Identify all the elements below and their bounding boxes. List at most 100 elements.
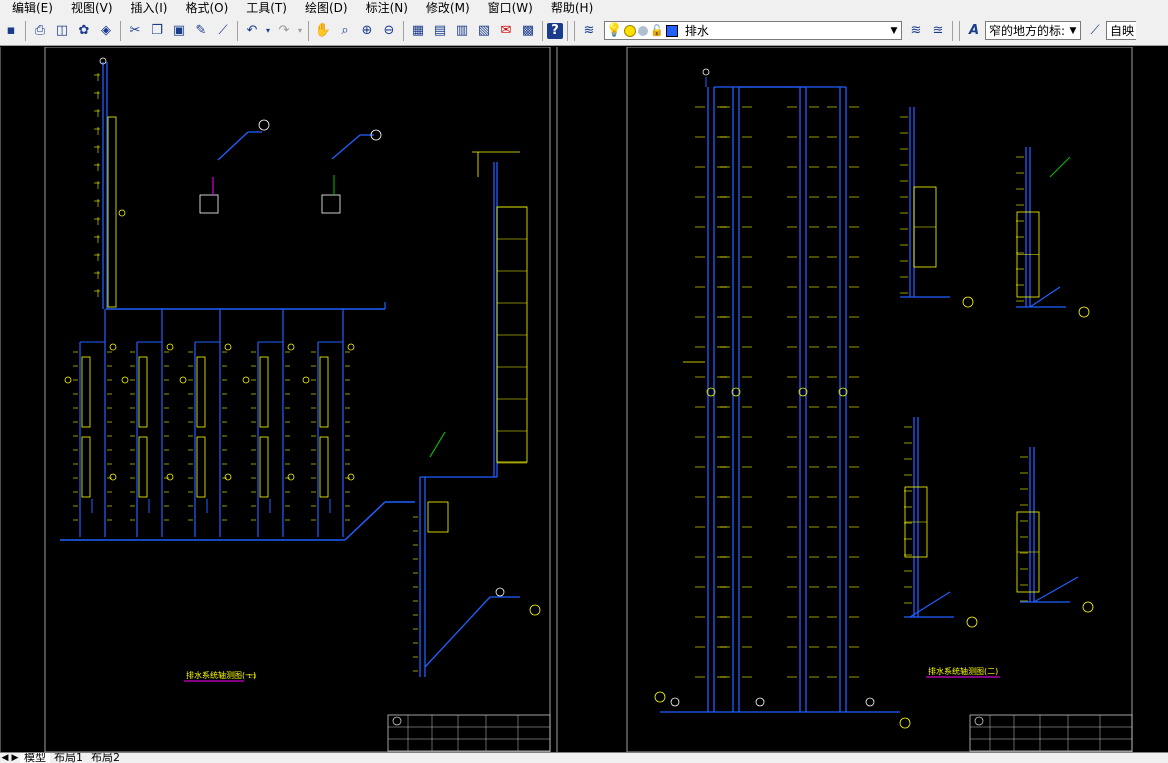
drawing-canvas[interactable]: 排水系统轴测图(一) 1:1 排水系统轴测图(二) (0, 47, 1168, 752)
company-logo (974, 716, 984, 726)
cleanout-symbol (865, 697, 875, 707)
menu-item[interactable]: 工具(T) (237, 0, 296, 16)
fixture-box (199, 194, 219, 214)
tool-palettes-icon[interactable]: ▥ (452, 21, 472, 41)
menu-item[interactable]: 窗口(W) (479, 0, 542, 16)
undo-dropdown-icon[interactable]: ▾ (264, 21, 272, 41)
tag-circle (118, 209, 126, 217)
tag-circle (179, 376, 187, 384)
properties-icon[interactable]: ▦ (408, 21, 428, 41)
dimension-box (196, 356, 206, 428)
pipe-segment (344, 501, 386, 541)
layer-name: 排水 (684, 24, 709, 38)
section-marker (962, 296, 974, 308)
make-object-layer-current-icon[interactable]: ≋ (906, 21, 926, 41)
zoom-realtime-icon[interactable]: ⌕ (335, 21, 355, 41)
section-marker (966, 616, 978, 628)
dimension-box (319, 436, 329, 498)
pipe-segment (1033, 576, 1079, 603)
cad-drawing: 排水系统轴测图(一) 1:1 排水系统轴测图(二) (0, 47, 1133, 752)
toolbar-separator (308, 20, 309, 41)
viewport-freeze-icon (638, 25, 649, 36)
pipe-segment (424, 596, 491, 668)
cleanout-symbol (755, 697, 765, 707)
text-style-icon[interactable]: A (964, 21, 984, 41)
toolbar-separator (237, 20, 238, 41)
menu-item[interactable]: 标注(N) (357, 0, 417, 16)
toolbar-separator (574, 20, 575, 41)
layer-manager-icon[interactable]: ≋ (579, 21, 599, 41)
text-style-dropdown[interactable]: 窄的地方的标: ▼ (985, 21, 1081, 40)
chevron-down-icon: ▼ (890, 25, 898, 36)
text-style-name: 窄的地方的标: (989, 24, 1066, 38)
toolbar-separator (567, 20, 568, 41)
pipe-segment (217, 131, 249, 161)
left-sheet-frame (44, 47, 551, 752)
markup-icon[interactable]: ✉ (496, 21, 516, 41)
calculator-icon[interactable]: ▩ (518, 21, 538, 41)
section-marker (899, 717, 911, 729)
print-icon[interactable]: ⎙ (30, 21, 50, 41)
pipe-segment (331, 134, 361, 160)
layer-dropdown[interactable]: 💡 🔓 排水 ▼ (604, 21, 902, 40)
copy-icon[interactable]: ❐ (147, 21, 167, 41)
dimension-style-icon[interactable]: ⟋ (1085, 21, 1105, 41)
sheet-set-icon[interactable]: ▧ (474, 21, 494, 41)
title-block (387, 714, 551, 752)
company-logo (392, 716, 402, 726)
zoom-window-icon[interactable]: ⊕ (357, 21, 377, 41)
help-icon[interactable]: ? (547, 22, 563, 39)
left-drawing-title: 排水系统轴测图(一) (186, 670, 256, 680)
tag-circle (109, 343, 117, 351)
fixture-box (321, 194, 341, 214)
generated-linework (0, 47, 1133, 752)
dimension-box (81, 356, 91, 428)
dimension-box (107, 116, 117, 308)
dimension-box (259, 356, 269, 428)
paste-icon[interactable]: ▣ (169, 21, 189, 41)
redo-dropdown-icon[interactable]: ▾ (296, 21, 304, 41)
menu-item[interactable]: 绘图(D) (296, 0, 357, 16)
publish-icon[interactable]: ✿ (74, 21, 94, 41)
dimension-box (138, 436, 148, 498)
standard-toolbar: ▪ ⎙ ◫ ✿ ◈ ✂ ❐ ▣ ✎ ⟋ ↶ ▾ ↷ ▾ ✋ ⌕ ⊕ ⊖ ▦ ▤ … (0, 16, 1168, 46)
right-drawing-title: 排水系统轴测图(二) (928, 666, 998, 676)
layout-tab-bar: ◀ ▶ 模型 布局1 布局2 (0, 752, 1168, 763)
zoom-previous-icon[interactable]: ⊖ (379, 21, 399, 41)
toolbar-separator (542, 20, 543, 41)
tag-circle (302, 376, 310, 384)
dimension-box (319, 356, 329, 428)
match-properties-icon[interactable]: ✎ (191, 21, 211, 41)
static-linework (44, 47, 1133, 752)
tag-circle (287, 343, 295, 351)
menu-item[interactable]: 修改(M) (417, 0, 479, 16)
layer-color-swatch (665, 24, 678, 37)
layer-previous-icon[interactable]: ≊ (928, 21, 948, 41)
tag-circle (224, 343, 232, 351)
toolbar-separator (952, 20, 953, 41)
menu-item[interactable]: 视图(V) (62, 0, 122, 16)
menu-item[interactable]: 格式(O) (176, 0, 237, 16)
tag-circle (347, 473, 355, 481)
lock-icon: 🔓 (650, 24, 664, 37)
menu-item[interactable]: 插入(I) (122, 0, 177, 16)
undo-icon[interactable]: ↶ (242, 21, 262, 41)
redo-icon[interactable]: ↷ (274, 21, 294, 41)
menu-item[interactable]: 编辑(E) (0, 0, 62, 16)
dimension-box (196, 436, 206, 498)
dimension-box (259, 436, 269, 498)
pan-icon[interactable]: ✋ (313, 21, 333, 41)
save-icon[interactable]: ▪ (1, 21, 21, 41)
menu-bar: 编辑(E) 视图(V) 插入(I) 格式(O) 工具(T) 绘图(D) 标注(N) 修改(M)… (0, 0, 1168, 16)
print-preview-icon[interactable]: ◫ (52, 21, 72, 41)
design-center-icon[interactable]: ▤ (430, 21, 450, 41)
toolbar-separator (959, 20, 960, 41)
menu-item[interactable]: 帮助(H) (542, 0, 602, 16)
cut-icon[interactable]: ✂ (125, 21, 145, 41)
block-editor-icon[interactable]: ⟋ (213, 21, 233, 41)
dimension-style-dropdown[interactable]: 自映 (1106, 21, 1136, 40)
3d-dwf-icon[interactable]: ◈ (96, 21, 116, 41)
section-marker (654, 691, 666, 703)
dimension-box (496, 206, 528, 463)
right-sheet-frame (626, 47, 1133, 752)
